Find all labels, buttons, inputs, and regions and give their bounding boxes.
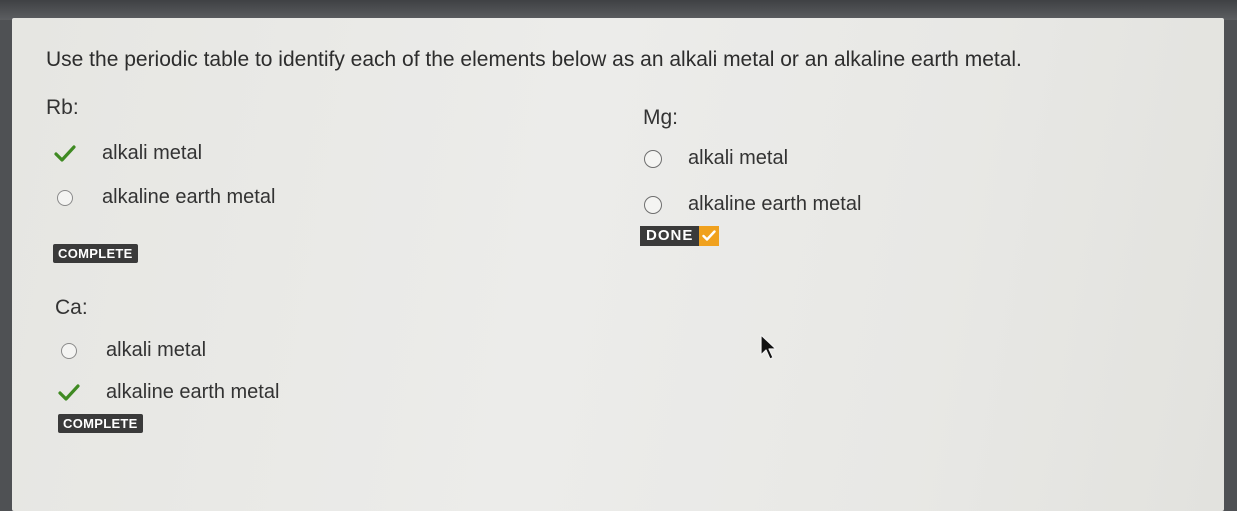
option-label: alkaline earth metal <box>102 186 276 208</box>
radio-empty-icon[interactable] <box>57 189 73 206</box>
status-badge-complete: COMPLETE <box>53 244 138 263</box>
question-label-rb: Rb: <box>46 96 79 119</box>
question-card: Use the periodic table to identify each … <box>12 18 1224 511</box>
question-prompt: Use the periodic table to identify each … <box>46 48 1022 71</box>
radio-empty-icon[interactable] <box>644 195 662 214</box>
done-label: DONE <box>640 226 700 246</box>
checkmark-icon <box>699 226 720 246</box>
radio-empty-icon[interactable] <box>61 342 77 359</box>
mg-option-alkali-metal[interactable]: alkali metal <box>642 147 788 170</box>
status-badge-done: DONE <box>640 226 720 246</box>
option-label: alkali metal <box>688 147 789 169</box>
checkmark-icon <box>58 382 80 404</box>
radio-empty-icon[interactable] <box>644 149 662 168</box>
mouse-pointer-icon <box>760 334 778 365</box>
rb-option-alkaline-earth-metal[interactable]: alkaline earth metal <box>54 186 275 209</box>
ca-option-alkali-metal[interactable]: alkali metal <box>58 339 206 362</box>
checkmark-icon <box>54 143 76 165</box>
status-badge-complete: COMPLETE <box>58 414 143 433</box>
option-label: alkali metal <box>106 339 207 361</box>
mg-option-alkaline-earth-metal[interactable]: alkaline earth metal <box>642 193 861 216</box>
option-label: alkaline earth metal <box>106 381 280 403</box>
question-label-ca: Ca: <box>55 296 88 319</box>
rb-option-alkali-metal[interactable]: alkali metal <box>54 142 202 165</box>
option-label: alkaline earth metal <box>688 193 862 215</box>
ca-option-alkaline-earth-metal[interactable]: alkaline earth metal <box>58 381 279 404</box>
option-label: alkali metal <box>102 142 203 164</box>
question-label-mg: Mg: <box>643 106 679 129</box>
screen-bezel <box>0 0 1237 20</box>
